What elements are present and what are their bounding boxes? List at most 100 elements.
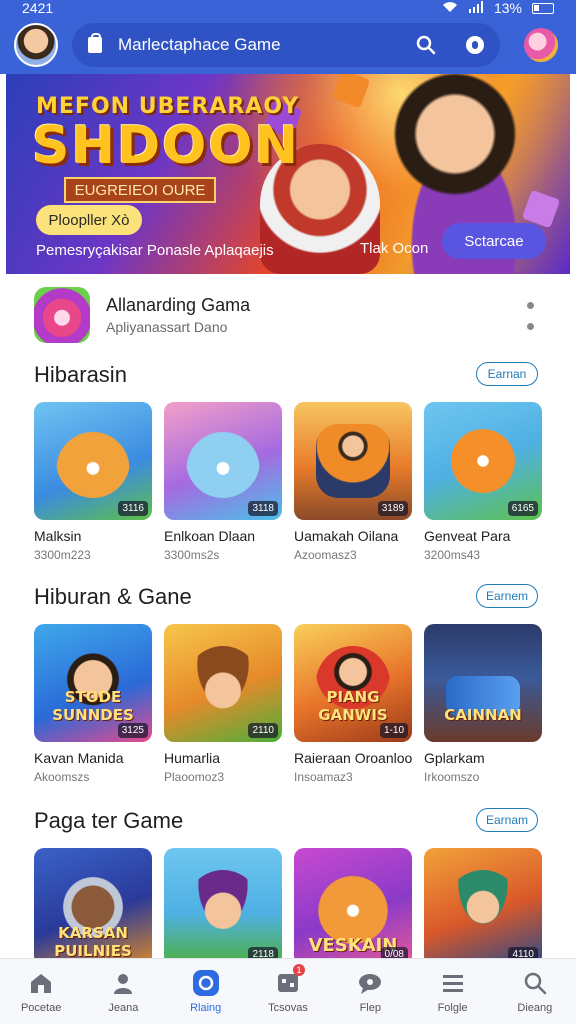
game-thumbnail: 2110 xyxy=(164,624,282,742)
game-card[interactable]: STODE SUNNDES 3125 Kavan Manida Akoomszs xyxy=(34,624,152,784)
status-time: 2421 xyxy=(22,0,54,16)
cowboy-icon xyxy=(186,646,260,720)
bear-icon xyxy=(56,424,130,498)
section-title: Hibarasin xyxy=(34,362,127,387)
game-subtitle: 3300ms2s xyxy=(164,548,220,562)
section-more-button[interactable]: Earnam xyxy=(476,808,538,832)
nav-label: Folgle xyxy=(437,1001,468,1014)
nav-item-flep[interactable]: Flep xyxy=(335,970,405,1014)
game-card[interactable]: 3118 Enlkoan Dlaan 3300ms2s xyxy=(164,402,282,562)
game-card[interactable]: 2110 Humarlia Plaoomoz3 xyxy=(164,624,282,784)
game-subtitle: Plaoomoz3 xyxy=(164,770,225,784)
character-icon xyxy=(316,424,390,498)
wifi-icon xyxy=(442,0,458,16)
search-icon[interactable] xyxy=(416,35,436,55)
nav-item-games[interactable]: 1 Tcsovas xyxy=(253,963,323,1014)
game-card[interactable]: KARSAN PUILNIES xyxy=(34,848,152,966)
bottom-navigation: Pocetae Jeana Rlaing 1 Tcsovas Flep Folg… xyxy=(0,958,576,1024)
nav-item-playing[interactable]: Rlaing xyxy=(171,969,241,1014)
bear-icon xyxy=(186,424,260,498)
nav-item-home[interactable]: Pocetae xyxy=(6,970,76,1014)
game-thumbnail: CAINNAN xyxy=(424,624,542,742)
section-more-button[interactable]: Earnan xyxy=(476,362,538,386)
banner-small-label: Tlak Ocon xyxy=(360,240,429,257)
app-icon xyxy=(34,287,90,343)
nav-label: Dieang xyxy=(517,1001,553,1014)
search-input[interactable]: Marlectaphace Game xyxy=(118,35,416,55)
game-subtitle: Insoamaz3 xyxy=(294,770,353,784)
game-art-text: STODE SUNNDES xyxy=(52,688,134,724)
nav-label: Tcsovas xyxy=(268,1001,308,1014)
rating-badge: 3189 xyxy=(377,501,408,516)
nav-label: Flep xyxy=(359,1001,381,1014)
battery-percent: 13% xyxy=(493,0,522,16)
section-more-button[interactable]: Earnem xyxy=(476,584,538,608)
mic-icon[interactable] xyxy=(466,36,484,54)
game-thumbnail: VESKAIN 0/08 xyxy=(294,848,412,966)
game-subtitle: Akoomszs xyxy=(34,770,90,784)
status-bar: 2421 13% xyxy=(0,0,576,16)
game-card[interactable]: 2118 xyxy=(164,848,282,966)
game-subtitle: 3300m223 xyxy=(34,548,91,562)
nav-label: Jeana xyxy=(108,1001,139,1014)
section-paga-ter-game: Paga ter Game Earnam KARSAN PUILNIES 211… xyxy=(6,802,570,966)
game-card[interactable]: VESKAIN 0/08 xyxy=(294,848,412,966)
signal-icon xyxy=(468,0,484,16)
rating-badge: 2110 xyxy=(248,723,278,738)
game-subtitle: Azoomasz3 xyxy=(294,548,357,562)
rating-badge: 6165 xyxy=(507,501,538,516)
nav-label: Rlaing xyxy=(190,1001,222,1014)
game-name: Malksin xyxy=(34,528,82,544)
game-card[interactable]: 4110 xyxy=(424,848,542,966)
game-card[interactable]: CAINNAN Gplarkam Irkoomszo xyxy=(424,624,542,784)
nav-item-list[interactable]: Folgle xyxy=(418,970,488,1014)
banner-ribbon: EUGREIEOI OURE xyxy=(64,177,216,203)
search-icon xyxy=(522,970,548,996)
game-name: Raieraan Oroanloo xyxy=(294,750,412,766)
game-name: Humarlia xyxy=(164,750,221,766)
banner-pill-button[interactable]: Ploopller Xò xyxy=(36,205,142,235)
game-name: Genveat Para xyxy=(424,528,511,544)
profile-badge-icon[interactable] xyxy=(524,28,558,62)
game-card[interactable]: PIANG GANWIS 1-10 Raieraan Oroanloo Inso… xyxy=(294,624,412,784)
game-card[interactable]: 6165 Genveat Para 3200ms43 xyxy=(424,402,542,562)
nav-item-search[interactable]: Dieang xyxy=(500,970,570,1014)
home-icon xyxy=(28,970,54,996)
app-bar: Marlectaphace Game xyxy=(0,16,576,74)
game-thumbnail: PIANG GANWIS 1-10 xyxy=(294,624,412,742)
game-name: Enlkoan Dlaan xyxy=(164,528,256,544)
game-thumbnail: 6165 xyxy=(424,402,542,520)
person-icon xyxy=(110,970,136,996)
game-name: Uamakah Oilana xyxy=(294,528,399,544)
list-icon xyxy=(440,970,466,996)
more-vert-icon[interactable] xyxy=(526,302,534,330)
game-card[interactable]: 3116 Malksin 3300m223 xyxy=(34,402,152,562)
notification-badge: 1 xyxy=(292,963,305,976)
banner-cta-button[interactable]: Sctarcae xyxy=(442,223,546,259)
featured-app-subtitle: Apliyanassart Dano xyxy=(106,319,228,335)
rating-badge: 3125 xyxy=(117,723,148,738)
game-thumbnail: 2118 xyxy=(164,848,282,966)
game-thumbnail: STODE SUNNDES 3125 xyxy=(34,624,152,742)
battery-icon xyxy=(532,2,554,14)
featured-app-row[interactable]: Allanarding Gama Apliyanassart Dano xyxy=(6,284,570,346)
game-subtitle: Irkoomszo xyxy=(424,770,480,784)
game-card[interactable]: 3189 Uamakah Oilana Azoomasz3 xyxy=(294,402,412,562)
game-thumbnail: 4110 xyxy=(424,848,542,966)
promo-banner[interactable]: MEFON UBERARAOY SHDOON EUGREIEOI OURE Pl… xyxy=(6,74,570,274)
game-thumbnail: KARSAN PUILNIES xyxy=(34,848,152,966)
game-thumbnail: 3116 xyxy=(34,402,152,520)
section-title: Paga ter Game xyxy=(34,808,184,833)
section-hibarasin: Hibarasin Earnan 3116 Malksin 3300m223 3… xyxy=(6,356,570,562)
banner-subtitle: Pemesryçakisar Ponasle Aplaqaejis xyxy=(36,242,274,259)
nav-item-person[interactable]: Jeana xyxy=(88,970,158,1014)
chat-bubble-icon xyxy=(192,969,219,996)
character-icon xyxy=(446,870,520,944)
search-bar[interactable]: Marlectaphace Game xyxy=(72,23,500,67)
game-thumbnail: 3189 xyxy=(294,402,412,520)
status-icons: 13% xyxy=(442,0,554,16)
rating-badge: 3116 xyxy=(118,501,148,516)
avatar[interactable] xyxy=(14,23,58,67)
rating-badge: 3118 xyxy=(248,501,278,516)
section-hiburan-gane: Hiburan & Gane Earnem STODE SUNNDES 3125… xyxy=(6,578,570,784)
